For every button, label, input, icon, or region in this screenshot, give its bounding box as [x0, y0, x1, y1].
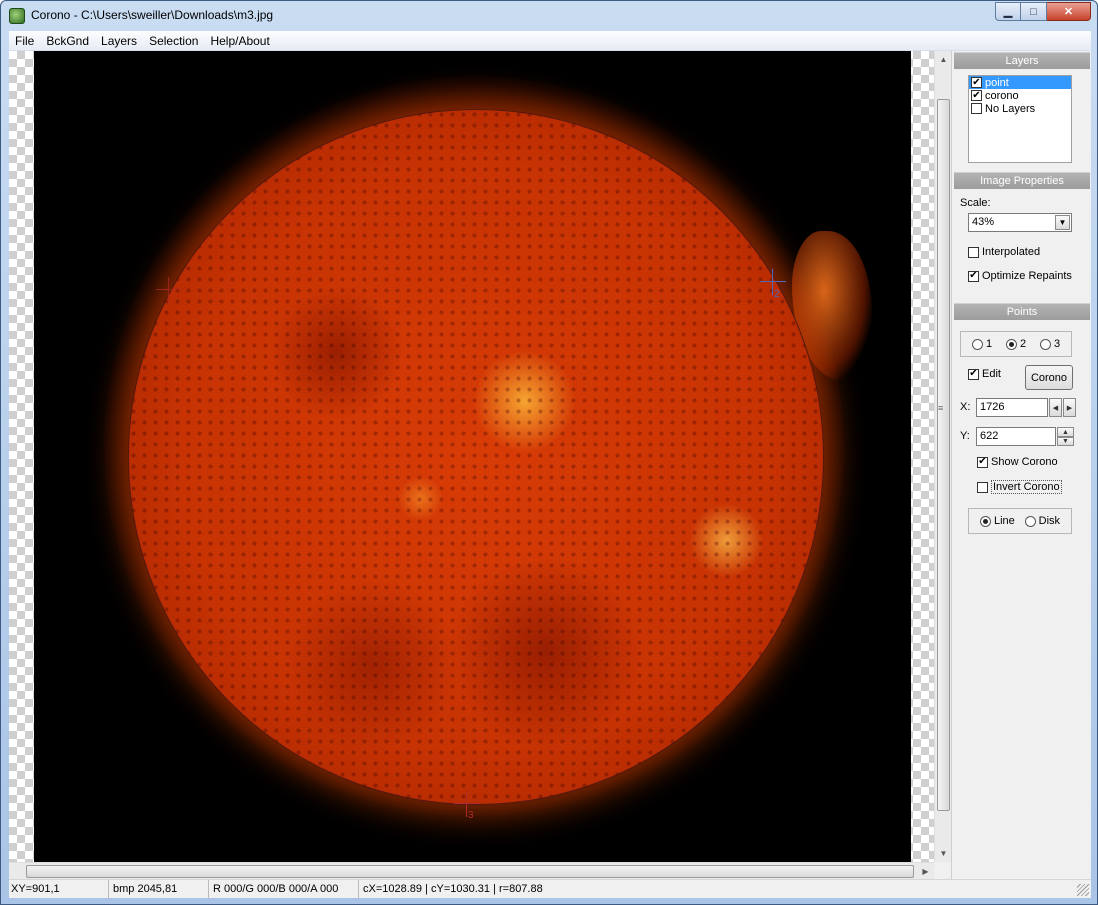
point-option-2[interactable]: 2 — [1005, 338, 1027, 350]
interpolated-checkbox[interactable] — [968, 246, 979, 258]
close-button[interactable]: ✕ — [1047, 2, 1091, 21]
status-xy: XY=901,1 — [9, 880, 109, 899]
point-option-3[interactable]: 3 — [1039, 338, 1061, 350]
scale-label: Scale: — [960, 197, 991, 209]
mode-line-radio[interactable] — [979, 515, 991, 527]
corono-circle-overlay — [128, 109, 824, 805]
grip-icon: ≡ — [938, 403, 944, 413]
interpolated-option[interactable]: Interpolated — [968, 246, 1040, 258]
y-label: Y: — [960, 430, 970, 442]
scroll-up-icon[interactable]: ▲ — [935, 51, 952, 68]
optimize-repaints-checkbox[interactable]: ✔ — [968, 270, 979, 282]
point-2-radio[interactable] — [1005, 338, 1017, 350]
mode-line-label: Line — [993, 515, 1015, 527]
spin-left-icon[interactable]: ◀ — [1049, 398, 1062, 417]
edit-checkbox[interactable]: ✔ — [968, 368, 979, 380]
spin-down-icon[interactable]: ▼ — [1057, 437, 1074, 446]
window-title: Corono - C:\Users\sweiller\Downloads\m3.… — [31, 8, 274, 22]
mode-disk-radio[interactable] — [1024, 515, 1036, 527]
layer-item-label: corono — [985, 89, 1019, 102]
menu-selection[interactable]: Selection — [143, 31, 204, 51]
status-circle: cX=1028.89 | cY=1030.31 | r=807.88 — [363, 883, 543, 895]
point-marker-3[interactable] — [454, 791, 480, 817]
caption-buttons: ▁ □ ✕ — [995, 2, 1091, 21]
layers-header: Layers — [954, 52, 1090, 69]
spin-right-icon[interactable]: ▶ — [1063, 398, 1076, 417]
menu-help-about[interactable]: Help/About — [204, 31, 275, 51]
minimize-button[interactable]: ▁ — [995, 2, 1021, 21]
point-option-1[interactable]: 1 — [971, 338, 993, 350]
layer-item-label: point — [985, 76, 1009, 89]
show-corono-label: Show Corono — [991, 456, 1058, 468]
point-marker-1[interactable] — [156, 277, 182, 303]
menu-layers[interactable]: Layers — [95, 31, 143, 51]
status-bmp: bmp 2045,81 — [109, 880, 209, 899]
layer-item-no-layers[interactable]: No Layers — [969, 102, 1071, 115]
corono-button[interactable]: Corono — [1025, 365, 1073, 390]
layer-corono-checkbox[interactable]: ✔ — [971, 90, 982, 101]
layer-item-corono[interactable]: ✔ corono — [969, 89, 1071, 102]
status-bar: XY=901,1 bmp 2045,81 R 000/G 000/B 000/A… — [9, 879, 1091, 899]
x-label: X: — [960, 401, 971, 413]
point-select-group: 1 2 3 — [960, 331, 1072, 357]
mode-select-group: Line Disk — [968, 508, 1072, 534]
scroll-down-icon[interactable]: ▼ — [935, 845, 952, 862]
resize-grip-icon[interactable] — [1077, 884, 1089, 896]
show-corono-checkbox[interactable]: ✔ — [977, 456, 988, 468]
image-canvas[interactable]: 2 3 — [9, 51, 934, 862]
point-3-radio[interactable] — [1039, 338, 1051, 350]
solar-image[interactable]: 2 3 — [34, 51, 911, 862]
invert-corono-label: Invert Corono — [991, 480, 1062, 494]
vertical-scroll-thumb[interactable] — [937, 99, 950, 811]
app-icon — [9, 8, 25, 24]
mode-option-line[interactable]: Line — [979, 515, 1015, 527]
point-1-radio[interactable] — [971, 338, 983, 350]
horizontal-scrollbar[interactable]: ▶ — [9, 862, 934, 879]
spin-up-icon[interactable]: ▲ — [1057, 427, 1074, 437]
menu-bckgnd[interactable]: BckGnd — [40, 31, 95, 51]
optimize-repaints-label: Optimize Repaints — [982, 270, 1072, 282]
show-corono-option[interactable]: ✔ Show Corono — [977, 456, 1058, 468]
layer-list[interactable]: ✔ point ✔ corono No Layers — [968, 75, 1072, 163]
horizontal-scroll-thumb[interactable] — [26, 865, 914, 878]
point-marker-2[interactable] — [760, 269, 786, 295]
scale-value: 43% — [972, 216, 995, 228]
layer-item-point[interactable]: ✔ point — [969, 76, 1071, 89]
edit-option[interactable]: ✔ Edit — [968, 368, 1001, 380]
edit-label: Edit — [982, 368, 1001, 380]
chevron-down-icon[interactable]: ▼ — [1055, 215, 1070, 230]
app-window: Corono - C:\Users\sweiller\Downloads\m3.… — [0, 0, 1098, 905]
layer-point-checkbox[interactable]: ✔ — [971, 77, 982, 88]
mode-disk-label: Disk — [1038, 515, 1061, 527]
point-3-label: 3 — [1053, 338, 1061, 350]
scale-select[interactable]: 43% ▼ — [968, 213, 1072, 232]
layer-item-label: No Layers — [985, 102, 1036, 115]
vertical-scrollbar[interactable]: ▲ ≡ ▼ — [934, 51, 951, 862]
client-area: 2 3 ▲ ≡ ▼ ▶ Layers ✔ point ✔ corono No L… — [9, 51, 1091, 899]
points-header: Points — [954, 303, 1090, 320]
point-1-label: 1 — [985, 338, 993, 350]
maximize-button[interactable]: □ — [1021, 2, 1047, 21]
scroll-right-icon[interactable]: ▶ — [917, 863, 934, 880]
interpolated-label: Interpolated — [982, 246, 1041, 258]
point-marker-3-label: 3 — [468, 810, 474, 821]
point-2-label: 2 — [1019, 338, 1027, 350]
invert-corono-checkbox[interactable] — [977, 481, 988, 493]
menu-bar: File BckGnd Layers Selection Help/About — [9, 31, 1091, 51]
mode-option-disk[interactable]: Disk — [1024, 515, 1061, 527]
invert-corono-option[interactable]: Invert Corono — [977, 480, 1062, 494]
side-panel: Layers ✔ point ✔ corono No Layers Image … — [951, 51, 1091, 879]
layer-no-layers-checkbox[interactable] — [971, 103, 982, 114]
y-input[interactable]: 622 — [976, 427, 1056, 446]
optimize-repaints-option[interactable]: ✔ Optimize Repaints — [968, 270, 1072, 282]
menu-file[interactable]: File — [9, 31, 40, 51]
x-input[interactable]: 1726 — [976, 398, 1048, 417]
title-bar[interactable]: Corono - C:\Users\sweiller\Downloads\m3.… — [1, 1, 1097, 31]
point-marker-2-label: 2 — [774, 289, 780, 300]
image-properties-header: Image Properties — [954, 172, 1090, 189]
status-rgba: R 000/G 000/B 000/A 000 — [209, 880, 359, 899]
